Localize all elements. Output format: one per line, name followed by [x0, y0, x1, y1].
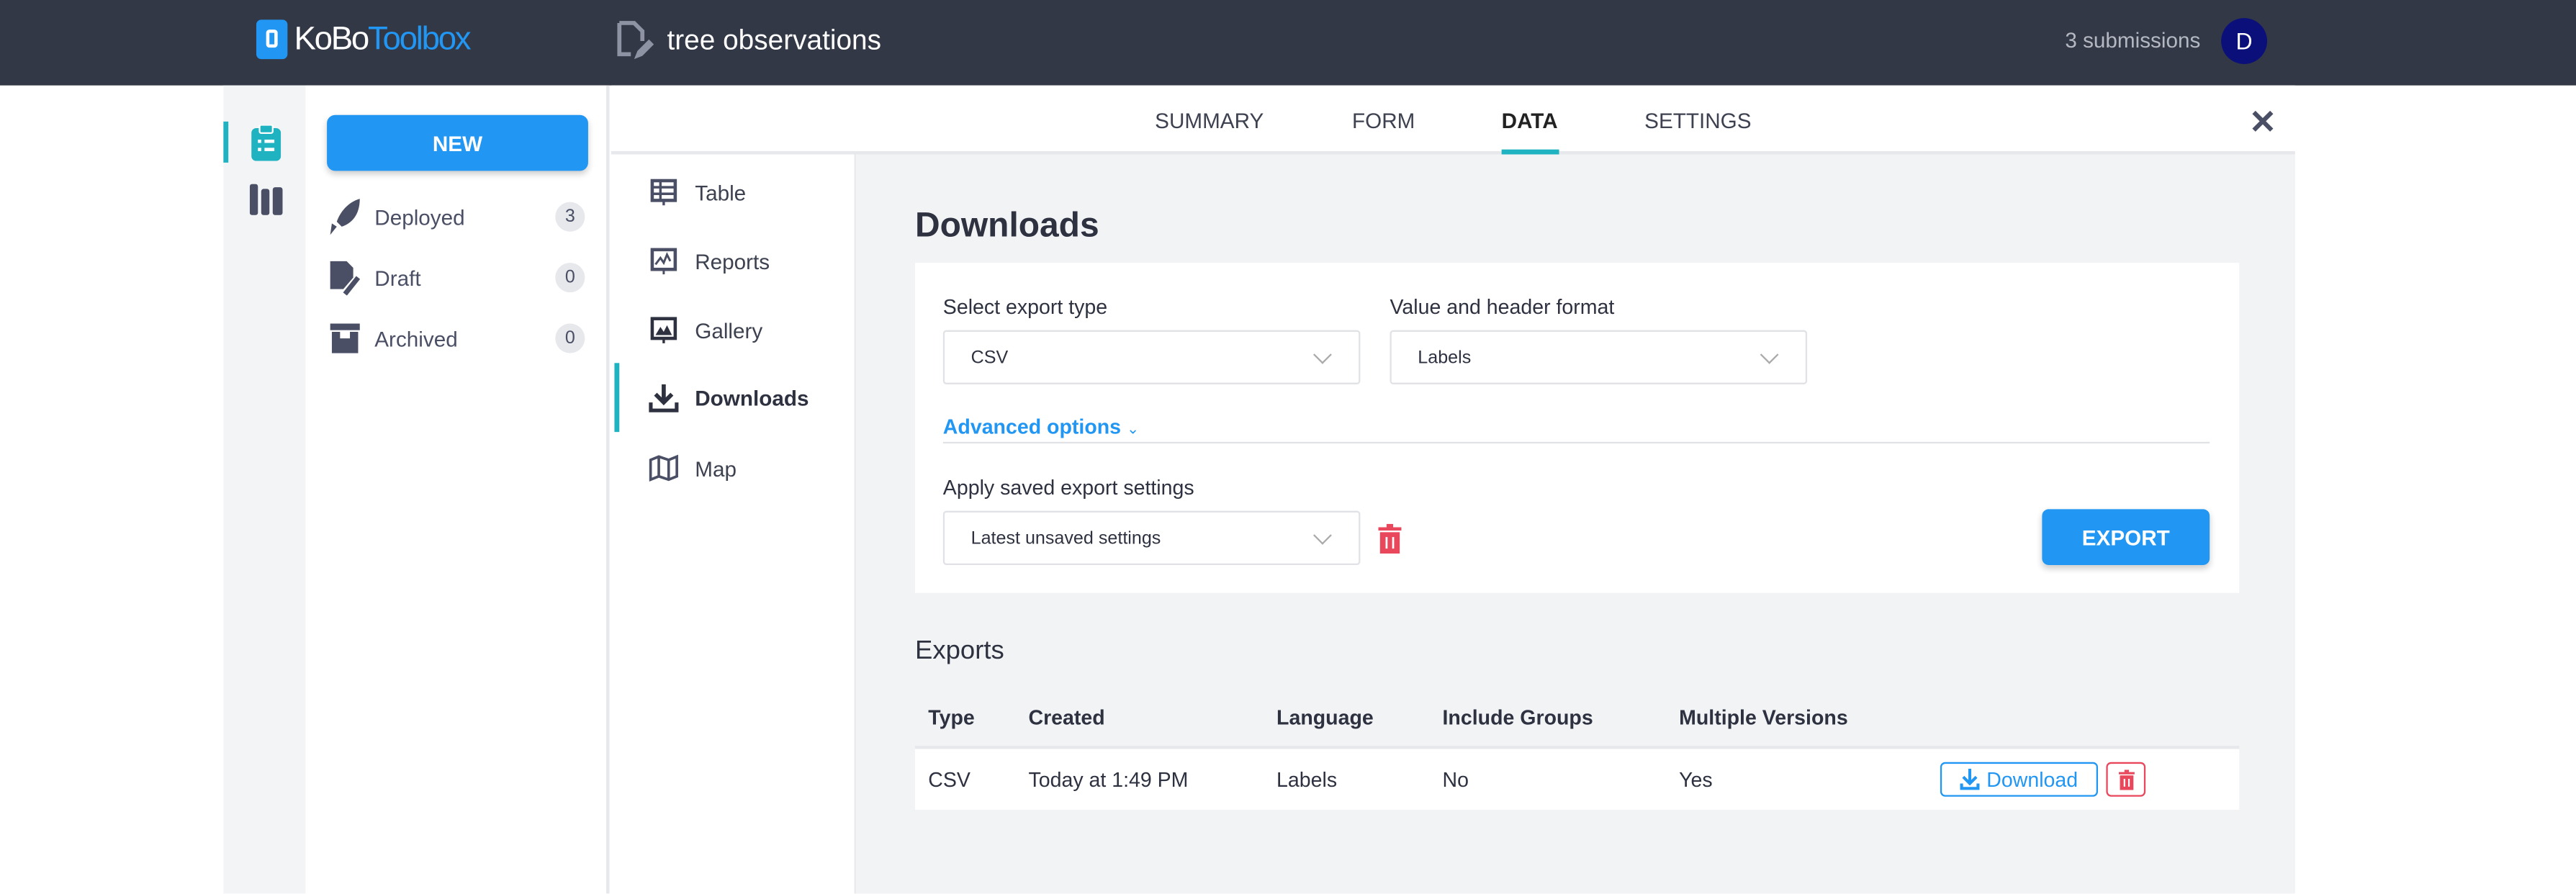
table-icon	[650, 179, 677, 206]
select-value: Labels	[1418, 347, 1472, 368]
subnav-item-map[interactable]: Map	[649, 453, 737, 483]
download-export-button[interactable]: Download	[1940, 762, 2098, 797]
column-header-type: Type	[928, 706, 975, 730]
sidebar-item-archived[interactable]: Archived 0	[328, 320, 585, 356]
trash-icon	[2117, 769, 2134, 790]
form-title: tree observations	[614, 19, 881, 62]
subnav-item-downloads[interactable]: Downloads	[649, 383, 809, 412]
sidebar-item-draft[interactable]: Draft 0	[328, 260, 585, 296]
export-button[interactable]: EXPORT	[2042, 509, 2210, 565]
cell-multiple-versions: Yes	[1679, 768, 1713, 792]
user-avatar[interactable]: D	[2221, 18, 2268, 64]
chevron-down-icon: ⌄	[1126, 420, 1140, 437]
count-badge: 3	[555, 202, 585, 232]
column-header-multiple-versions: Multiple Versions	[1679, 706, 1848, 730]
subnav-item-gallery[interactable]: Gallery	[649, 315, 762, 345]
kobotoolbox-logo[interactable]: KoBo Toolbox	[256, 19, 472, 60]
library-icon[interactable]	[249, 184, 284, 215]
close-icon[interactable]: ✕	[2249, 101, 2276, 143]
column-header-include-groups: Include Groups	[1442, 706, 1593, 730]
select-value: Latest unsaved settings	[970, 528, 1161, 548]
divider	[942, 441, 2210, 444]
tab-form[interactable]: FORM	[1352, 109, 1415, 133]
cell-language: Labels	[1276, 768, 1338, 792]
exports-heading: Exports	[915, 637, 1004, 666]
subnav-label: Map	[695, 456, 737, 481]
chevron-down-icon	[1313, 344, 1332, 364]
format-select[interactable]: Labels	[1390, 330, 1808, 384]
active-tab-underline	[1501, 149, 1559, 155]
saved-settings-select[interactable]: Latest unsaved settings	[942, 510, 1361, 565]
projects-clipboard-icon[interactable]	[251, 125, 282, 161]
gallery-icon	[650, 317, 677, 343]
saved-settings-label: Apply saved export settings	[942, 476, 1194, 500]
download-icon	[1960, 768, 1980, 790]
tab-summary[interactable]: SUMMARY	[1155, 109, 1264, 133]
tab-settings[interactable]: SETTINGS	[1644, 109, 1751, 133]
subnav-item-table[interactable]: Table	[649, 177, 746, 207]
select-value: CSV	[970, 347, 1009, 368]
cell-type: CSV	[928, 768, 970, 792]
rail-active-indicator	[223, 121, 229, 163]
download-label: Download	[1986, 767, 2079, 791]
submissions-count: 3 submissions	[2065, 27, 2201, 53]
reports-icon	[650, 248, 677, 275]
subnav-label: Reports	[695, 248, 770, 274]
column-header-language: Language	[1276, 706, 1374, 730]
advanced-options-toggle[interactable]: Advanced options ⌄	[943, 415, 1139, 438]
rocket-icon	[330, 199, 360, 235]
cell-created: Today at 1:49 PM	[1028, 768, 1189, 792]
logo-text-kobo: KoBo	[294, 20, 369, 57]
cell-include-groups: No	[1442, 768, 1469, 792]
page-title: Downloads	[915, 207, 1099, 245]
sidebar-item-label: Archived	[374, 325, 458, 351]
form-title-text: tree observations	[667, 24, 882, 56]
column-header-created: Created	[1028, 706, 1105, 730]
advanced-options-label: Advanced options	[942, 415, 1122, 439]
chevron-down-icon	[1760, 344, 1779, 364]
map-icon	[649, 454, 678, 482]
subnav-label: Table	[695, 179, 747, 205]
download-icon	[649, 384, 679, 412]
subnav-label: Downloads	[695, 385, 809, 410]
archive-icon	[330, 323, 360, 353]
tab-data[interactable]: DATA	[1502, 109, 1558, 133]
count-badge: 0	[555, 263, 585, 293]
export-type-label: Select export type	[942, 295, 1108, 319]
new-project-button[interactable]: NEW	[327, 114, 588, 171]
subnav-active-indicator	[614, 363, 620, 433]
delete-export-button[interactable]	[2106, 762, 2146, 797]
draft-icon	[330, 261, 361, 296]
format-label: Value and header format	[1390, 295, 1615, 319]
sidebar-item-deployed[interactable]: Deployed 3	[328, 199, 585, 235]
delete-saved-settings-icon[interactable]	[1377, 523, 1403, 554]
logo-text-toolbox: Toolbox	[368, 20, 472, 57]
chevron-down-icon	[1313, 525, 1332, 544]
count-badge: 0	[555, 323, 585, 353]
logo-icon	[256, 19, 288, 60]
subnav-label: Gallery	[695, 317, 763, 343]
subnav-item-reports[interactable]: Reports	[649, 246, 770, 276]
export-type-select[interactable]: CSV	[942, 330, 1361, 384]
deployed-form-icon	[617, 21, 654, 60]
form-tabs	[611, 85, 2295, 155]
sidebar-item-label: Draft	[374, 265, 421, 290]
sidebar-item-label: Deployed	[374, 204, 465, 230]
